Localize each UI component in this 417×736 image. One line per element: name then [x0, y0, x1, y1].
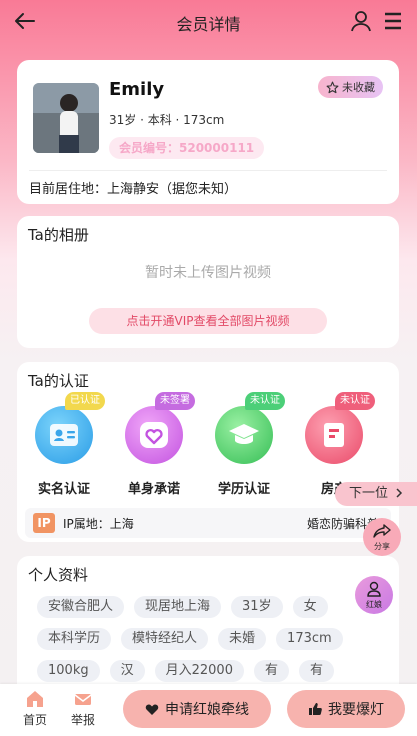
cert-list: 已认证 实名认证 未签署 单身承诺 未认证 学历认证 未认证 房产 [35, 392, 375, 497]
avatar[interactable] [33, 83, 99, 153]
info-tag: 安徽合肥人 [37, 596, 125, 618]
cert-label: 学历认证 [217, 482, 270, 497]
heart-icon [145, 703, 159, 715]
album-card: Ta的相册 暂时未上传图片视频 点击开通VIP查看全部图片视频 [17, 216, 399, 348]
nav-home-label: 首页 [22, 713, 47, 727]
cert-item-education[interactable]: 未认证 学历认证 [215, 392, 285, 497]
chevron-right-icon [396, 488, 403, 498]
info-tag: 月入22000 [154, 660, 244, 682]
boost-label: 我要爆灯 [328, 702, 384, 718]
cert-status-badge: 未签署 [155, 392, 195, 410]
home-icon [27, 691, 43, 707]
member-name: Emily [109, 79, 165, 100]
apply-matchmaker-button[interactable]: 申请红娘牵线 [123, 690, 271, 728]
cert-title: Ta的认证 [28, 372, 89, 390]
info-tag: 汉 [109, 660, 145, 682]
mail-icon [74, 694, 92, 705]
info-tag: 100kg [37, 660, 100, 682]
info-tag: 173cm [276, 628, 343, 650]
info-tag: 现居地上海 [134, 596, 222, 618]
cert-status-badge: 已认证 [65, 392, 105, 410]
cert-item-single[interactable]: 未签署 单身承诺 [125, 392, 195, 497]
bottom-bar: 首页 举报 申请红娘牵线 我要爆灯 [0, 684, 417, 736]
thumbs-up-icon [309, 703, 322, 715]
ip-location-row: IP IP属地：上海 婚恋防骗科普 [25, 508, 391, 538]
cert-status-badge: 未认证 [335, 392, 375, 410]
matchmaker-label: 红娘 [366, 600, 382, 609]
next-member-button[interactable]: 下一位 [335, 482, 417, 506]
cert-label: 单身承诺 [127, 482, 180, 497]
nav-report-label: 举报 [70, 713, 95, 727]
member-number-badge: 会员编号：520000111 [109, 137, 265, 159]
graduation-cap-icon [215, 406, 273, 464]
id-card-icon [35, 406, 93, 464]
info-tag: 未婚 [218, 628, 267, 650]
divider [29, 170, 387, 171]
cert-label: 实名认证 [37, 482, 90, 497]
top-bar: 会员详情 [0, 0, 417, 44]
heart-icon [125, 406, 183, 464]
share-label: 分享 [374, 542, 390, 551]
album-title: Ta的相册 [28, 226, 89, 244]
user-icon[interactable] [349, 9, 373, 33]
next-label: 下一位 [349, 486, 389, 501]
nav-report[interactable]: 举报 [63, 690, 103, 728]
personal-info-card: 个人资料 安徽合肥人 现居地上海 31岁 女 本科学历 模特经纪人 未婚 173… [17, 556, 399, 696]
residence-text: 目前居住地：上海静安（据您未知） [29, 182, 238, 197]
star-icon [326, 81, 339, 93]
certification-card: Ta的认证 已认证 实名认证 未签署 单身承诺 未认证 学历认证 未认证 房产 … [17, 362, 399, 542]
ip-logo: IP [33, 513, 55, 533]
share-button[interactable]: 分享 [363, 518, 401, 556]
nav-home[interactable]: 首页 [15, 690, 55, 728]
info-tag: 模特经纪人 [121, 628, 209, 650]
ip-location-text: IP属地：上海 [63, 517, 134, 531]
info-tag: 本科学历 [37, 628, 112, 650]
matchmaker-icon [367, 581, 381, 597]
album-empty-text: 暂时未上传图片视频 [145, 265, 271, 281]
cert-status-badge: 未认证 [245, 392, 285, 410]
member-meta: 31岁 · 本科 · 173cm [109, 113, 225, 127]
collect-label: 未收藏 [342, 81, 375, 94]
share-icon [373, 524, 391, 538]
open-vip-button[interactable]: 点击开通VIP查看全部图片视频 [89, 308, 327, 334]
info-title: 个人资料 [28, 566, 89, 584]
info-tag: 31岁 [231, 596, 283, 618]
info-tag: 女 [292, 596, 328, 618]
matchmaker-button[interactable]: 红娘 [355, 576, 393, 614]
cert-item-realname[interactable]: 已认证 实名认证 [35, 392, 105, 497]
profile-card: Emily 未收藏 31岁 · 本科 · 173cm 会员编号：52000011… [17, 60, 399, 204]
menu-icon[interactable] [383, 11, 403, 31]
boost-button[interactable]: 我要爆灯 [287, 690, 405, 728]
info-tag: 有 [253, 660, 289, 682]
collect-button[interactable]: 未收藏 [318, 76, 383, 98]
info-tag: 有 [298, 660, 334, 682]
house-icon [305, 406, 363, 464]
apply-label: 申请红娘牵线 [165, 702, 249, 718]
info-tags: 安徽合肥人 现居地上海 31岁 女 本科学历 模特经纪人 未婚 173cm 10… [37, 596, 367, 682]
